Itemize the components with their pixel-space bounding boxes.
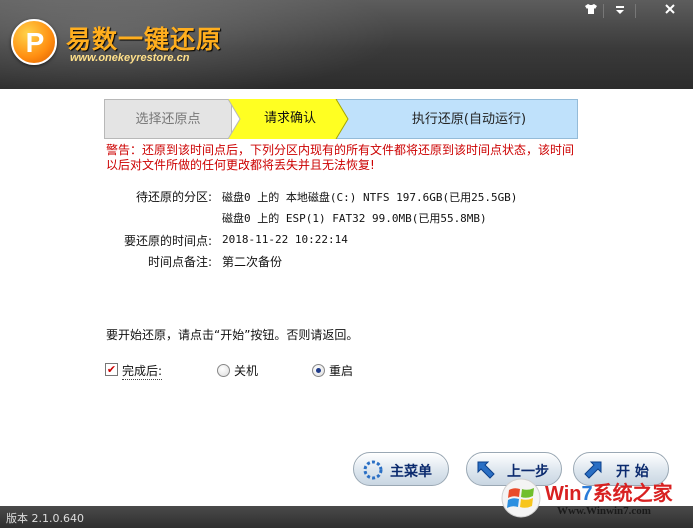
partition-value-2: 磁盘0 上的 ESP(1) FAT32 99.0MB(已用55.8MB) — [222, 212, 487, 225]
after-complete-checkbox[interactable]: ✔ — [105, 363, 118, 376]
shutdown-radio[interactable] — [217, 364, 230, 377]
app-logo: P — [11, 19, 57, 65]
step-confirm: 请求确认 — [240, 99, 340, 139]
back-arrow-icon — [477, 461, 495, 479]
control-divider — [603, 4, 604, 18]
shutdown-label[interactable]: 关机 — [234, 362, 258, 379]
step-arrows — [227, 99, 349, 139]
partition-label: 待还原的分区: — [135, 190, 212, 204]
after-options: ✔ 完成后: 关机 重启 — [105, 362, 405, 380]
main-menu-label: 主菜单 — [390, 464, 432, 480]
step-confirm-label: 请求确认 — [263, 111, 316, 126]
skin-icon[interactable] — [580, 3, 602, 19]
site-watermark: Win7系统之家 Www.Winwin7.com — [497, 474, 693, 524]
app-title: 易数一键还原 — [66, 25, 223, 54]
menu-dropdown-icon[interactable] — [609, 3, 631, 19]
main-menu-button[interactable]: 主菜单 — [353, 452, 449, 486]
note-value: 第二次备份 — [222, 255, 283, 269]
refresh-icon — [363, 460, 383, 480]
after-complete-label[interactable]: 完成后: — [122, 362, 163, 380]
time-value: 2018-11-22 10:22:14 — [222, 233, 348, 246]
windows-logo-icon — [501, 478, 541, 518]
warning-text: 警告：还原到该时间点后，下列分区内现有的所有文件都将还原到该时间点状态，该时间以… — [106, 143, 575, 172]
close-icon[interactable] — [659, 3, 681, 19]
partition-value-1: 磁盘0 上的 本地磁盘(C:) NTFS 197.6GB(已用25.5GB) — [222, 191, 518, 204]
title-bar: P 易数一键还原 www.onekeyrestore.cn — [0, 0, 693, 89]
watermark-brand: Win7系统之家 — [545, 477, 673, 506]
brand-seven: 7 — [581, 483, 593, 505]
start-prompt: 要开始还原，请点击“开始”按钮。否则请返回。 — [106, 328, 359, 342]
logo-glyph: P — [25, 27, 45, 58]
time-label: 要还原的时间点: — [123, 234, 212, 248]
restart-label[interactable]: 重启 — [329, 362, 353, 379]
app-url: www.onekeyrestore.cn — [70, 52, 190, 64]
brand-prefix: Win — [545, 483, 582, 505]
restart-radio[interactable] — [312, 364, 325, 377]
brand-suffix: 系统之家 — [592, 483, 673, 505]
version-text: 版本 2.1.0.640 — [6, 512, 84, 525]
step-indicator: 执行还原(自动运行) 选择还原点 请求确认 — [104, 99, 578, 139]
note-label: 时间点备注: — [147, 255, 212, 269]
watermark-url: Www.Winwin7.com — [557, 505, 651, 517]
control-divider — [635, 4, 636, 18]
